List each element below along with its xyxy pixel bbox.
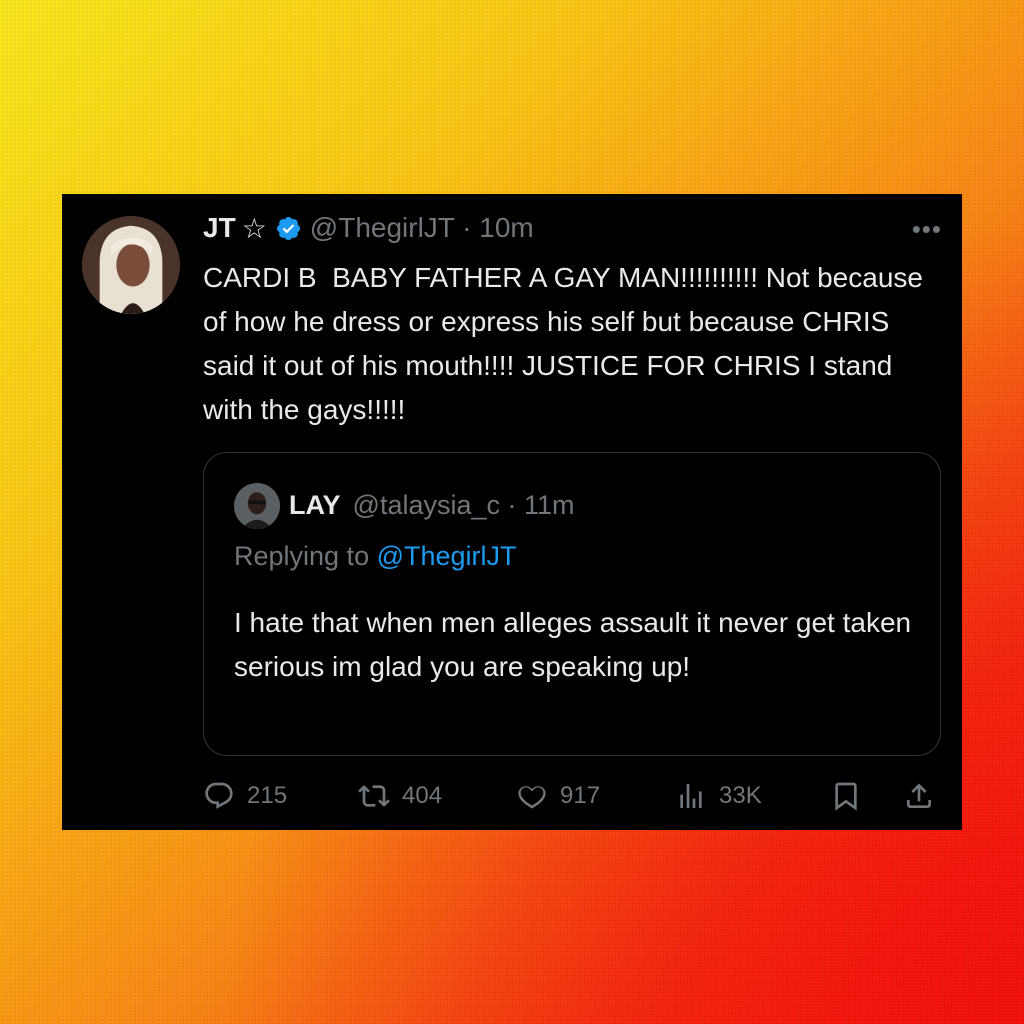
repost-button[interactable]: 404 <box>358 774 442 818</box>
replying-to-line: Replying to @ThegirlJT <box>234 541 517 572</box>
tweet-actions: 215 404 917 33K <box>203 774 942 818</box>
verified-badge-icon <box>275 215 302 242</box>
reply-count: 215 <box>247 782 288 809</box>
tweet-text: CARDI B BABY FATHER A GAY MAN!!!!!!!!!! … <box>203 262 931 425</box>
star-icon: ☆ <box>241 212 267 244</box>
quoted-tweet-text: I hate that when men alleges assault it … <box>234 607 912 682</box>
more-options-icon[interactable]: ••• <box>912 214 942 245</box>
author-avatar-image <box>82 216 180 314</box>
quoted-author-handle-time[interactable]: @talaysia_c · 11m <box>353 490 575 521</box>
replying-to-label: Replying to <box>234 541 377 571</box>
quoted-avatar-image <box>234 483 280 529</box>
reply-icon <box>205 782 233 809</box>
quoted-author-name[interactable]: LAY <box>289 490 341 521</box>
quoted-tweet[interactable]: LAY @talaysia_c · 11m Replying to @Thegi… <box>203 452 941 756</box>
share-button[interactable] <box>903 774 935 818</box>
quoted-author-avatar[interactable] <box>234 483 280 529</box>
replying-to-mention[interactable]: @ThegirlJT <box>377 541 517 571</box>
views-icon <box>680 784 702 808</box>
repost-count: 404 <box>402 782 443 809</box>
tweet-card[interactable]: JT ☆ @ThegirlJT · 10m ••• CARDI B BABY F… <box>62 194 962 830</box>
tweet-header: JT ☆ @ThegirlJT · 10m ••• <box>203 208 942 248</box>
author-avatar[interactable] <box>82 216 180 314</box>
quoted-header: LAY @talaysia_c · 11m <box>289 485 575 525</box>
author-handle-time[interactable]: @ThegirlJT · 10m <box>310 212 534 244</box>
views-count: 33K <box>719 782 762 809</box>
reply-button[interactable]: 215 <box>203 774 287 818</box>
like-count: 917 <box>560 782 601 809</box>
heart-icon <box>518 786 546 809</box>
repost-icon <box>358 785 390 807</box>
like-button[interactable]: 917 <box>516 774 600 818</box>
views-button[interactable]: 33K <box>675 774 762 818</box>
bookmark-icon <box>835 782 857 811</box>
share-icon <box>907 783 931 808</box>
author-name[interactable]: JT <box>203 212 236 244</box>
bookmark-button[interactable] <box>830 774 862 818</box>
